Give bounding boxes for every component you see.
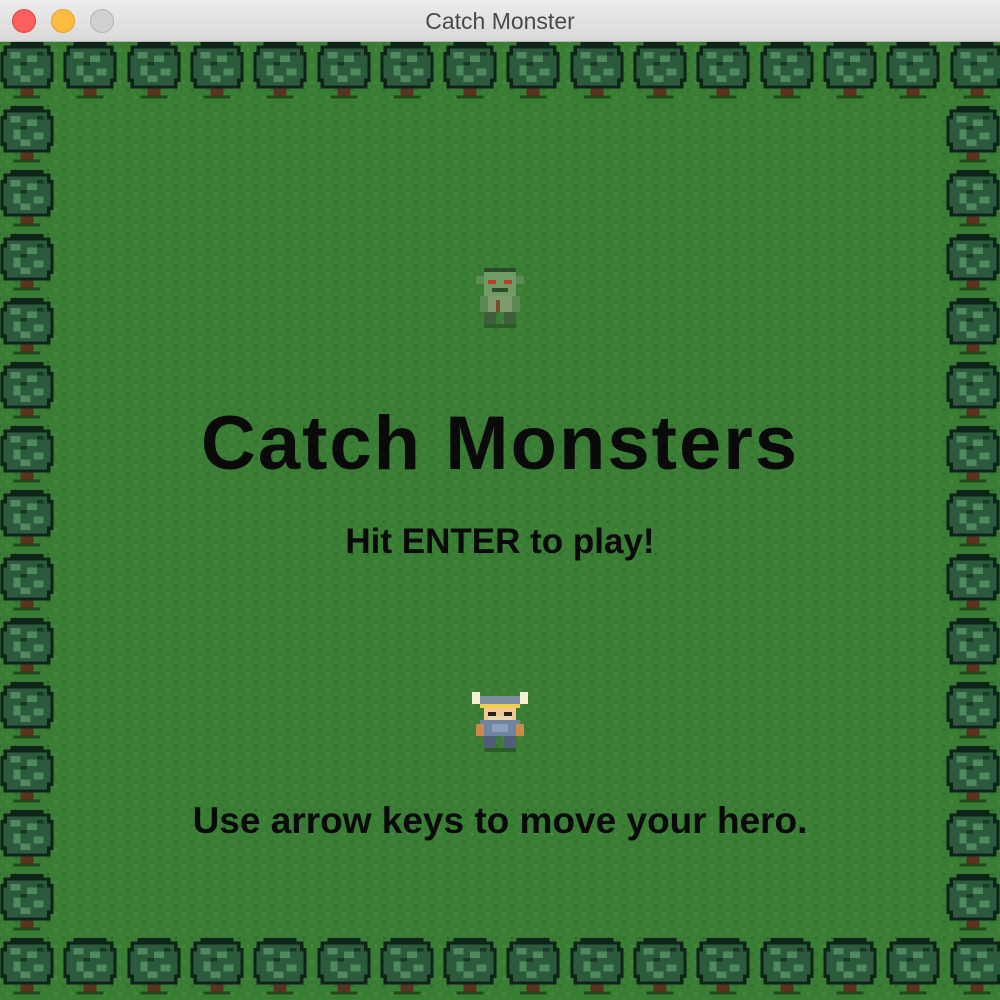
- tree-tile: [570, 938, 624, 998]
- tree-tile: [0, 938, 54, 998]
- tree-tile: [380, 938, 434, 998]
- tree-tile: [253, 938, 307, 998]
- tree-tile: [127, 42, 181, 102]
- tree-tile: [696, 938, 750, 998]
- tree-tile: [633, 938, 687, 998]
- tree-tile: [946, 554, 1000, 614]
- tree-tile: [380, 42, 434, 102]
- tree-tile: [823, 938, 877, 998]
- tree-tile: [946, 746, 1000, 806]
- tree-tile: [0, 682, 54, 742]
- game-canvas[interactable]: Catch Monsters Hit ENTER to play! Use ar…: [0, 42, 1000, 1000]
- tree-tile: [946, 874, 1000, 934]
- controls-hint: Use arrow keys to move your hero.: [192, 800, 808, 841]
- tree-tile: [696, 42, 750, 102]
- tree-tile: [317, 938, 371, 998]
- tree-tile: [760, 938, 814, 998]
- tree-tile: [760, 42, 814, 102]
- tree-tile: [63, 42, 117, 102]
- tree-tile: [0, 554, 54, 614]
- tree-tile: [317, 42, 371, 102]
- tree-tile: [190, 938, 244, 998]
- tree-border: [0, 42, 1000, 1000]
- monster-sprite: [476, 268, 524, 328]
- tree-tile: [823, 42, 877, 102]
- title-bar: Catch Monster: [0, 0, 1000, 42]
- tree-tile: [950, 938, 1000, 998]
- tree-tile: [0, 106, 54, 166]
- tree-tile: [443, 938, 497, 998]
- tree-tile: [946, 170, 1000, 230]
- tree-tile: [63, 938, 117, 998]
- tree-tile: [0, 874, 54, 934]
- tree-tile: [190, 42, 244, 102]
- tree-tile: [886, 42, 940, 102]
- tree-tile: [0, 234, 54, 294]
- window-title: Catch Monster: [425, 8, 575, 34]
- tree-tile: [946, 106, 1000, 166]
- tree-tile: [946, 682, 1000, 742]
- tree-tile: [886, 938, 940, 998]
- tree-tile: [946, 234, 1000, 294]
- start-prompt: Hit ENTER to play!: [345, 522, 655, 561]
- tree-tile: [506, 42, 560, 102]
- tree-tile: [570, 42, 624, 102]
- tree-tile: [0, 618, 54, 678]
- tree-tile: [0, 298, 54, 358]
- tree-tile: [950, 42, 1000, 102]
- tree-tile: [0, 746, 54, 806]
- tree-tile: [0, 42, 54, 102]
- tree-tile: [127, 938, 181, 998]
- tree-tile: [633, 42, 687, 102]
- tree-tile: [253, 42, 307, 102]
- game-title: Catch Monsters: [200, 401, 800, 486]
- tree-tile: [0, 170, 54, 230]
- tree-tile: [946, 298, 1000, 358]
- tree-tile: [506, 938, 560, 998]
- tree-tile: [443, 42, 497, 102]
- game-window: Catch Monster Catch Monsters Hit ENTER t…: [0, 0, 1000, 1000]
- tree-tile: [946, 618, 1000, 678]
- hero-sprite: [472, 692, 528, 752]
